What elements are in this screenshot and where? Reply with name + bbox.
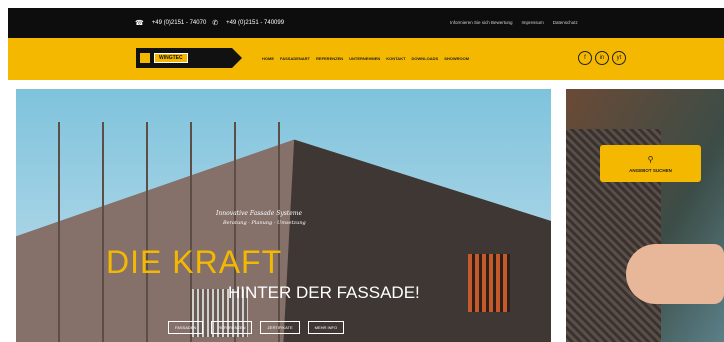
logo-cap (232, 48, 242, 68)
menu-item-unternehmen[interactable]: UNTERNEHMEN (349, 56, 380, 61)
menu-item-showroom[interactable]: SHOWROOM (444, 56, 469, 61)
logo-text: WINGTEC (154, 53, 188, 63)
offer-search-button[interactable]: ⚲ ANGEBOT SUCHEN (600, 145, 701, 182)
hero-script-line-2: Beratung · Planung · Umsetzung (223, 220, 306, 226)
phone-number-1[interactable]: +49 (0)2151 - 74070 (152, 20, 207, 26)
hero-button-3[interactable]: ZERTIFIKATE (260, 321, 300, 334)
menu-item-referenzen[interactable]: REFERENZEN (316, 56, 343, 61)
hero-banner: Innovative Fassade Systeme Beratung · Pl… (16, 89, 551, 342)
contact-info: ☎ +49 (0)2151 - 74070 ✆ +49 (0)2151 - 74… (135, 19, 284, 27)
phone-icon: ☎ (135, 20, 144, 27)
top-link-imprint[interactable]: Impressum (522, 20, 544, 25)
menu-item-home[interactable]: HOME (262, 56, 274, 61)
fax-icon: ✆ (212, 20, 219, 27)
side-panel: ⚲ ANGEBOT SUCHEN (566, 89, 724, 342)
hero-button-1[interactable]: FASSADEN (168, 321, 204, 334)
social-links: f in yt (578, 51, 626, 65)
search-icon: ⚲ (647, 154, 654, 164)
phone-number-2[interactable]: +49 (0)2151 - 740099 (226, 20, 284, 26)
hero-button-4[interactable]: MEHR INFO (307, 321, 345, 334)
handshake-image (626, 244, 724, 304)
menu-item-fassadenart[interactable]: FASSADENART (280, 56, 310, 61)
hero-button-2[interactable]: REFERENZEN (211, 321, 253, 334)
menu-item-kontakt[interactable]: KONTAKT (386, 56, 405, 61)
site-logo[interactable]: WINGTEC (136, 48, 242, 68)
hero-subtitle: HINTER DER FASSADE! (228, 283, 420, 302)
linkedin-icon[interactable]: in (595, 51, 609, 65)
main-navbar: WINGTEC HOME FASSADENART REFERENZEN UNTE… (8, 38, 724, 80)
facebook-icon[interactable]: f (578, 51, 592, 65)
menu-item-downloads[interactable]: DOWNLOADS (412, 56, 439, 61)
main-menu: HOME FASSADENART REFERENZEN UNTERNEHMEN … (262, 56, 469, 61)
youtube-icon[interactable]: yt (612, 51, 626, 65)
top-link-rating[interactable]: Informieren Sie sich Bewertung (450, 20, 513, 25)
top-bar: ☎ +49 (0)2151 - 74070 ✆ +49 (0)2151 - 74… (8, 8, 724, 38)
hero-title: DIE KRAFT (106, 244, 283, 280)
logo-icon (140, 53, 150, 63)
facade-louvres (468, 254, 510, 312)
top-links: Informieren Sie sich Bewertung Impressum… (450, 20, 578, 25)
top-link-privacy[interactable]: Datenschutz (553, 20, 578, 25)
offer-search-label: ANGEBOT SUCHEN (629, 167, 672, 173)
hero-buttons: FASSADEN REFERENZEN ZERTIFIKATE MEHR INF… (168, 321, 345, 334)
hero-script-line-1: Innovative Fassade Systeme (216, 210, 303, 217)
